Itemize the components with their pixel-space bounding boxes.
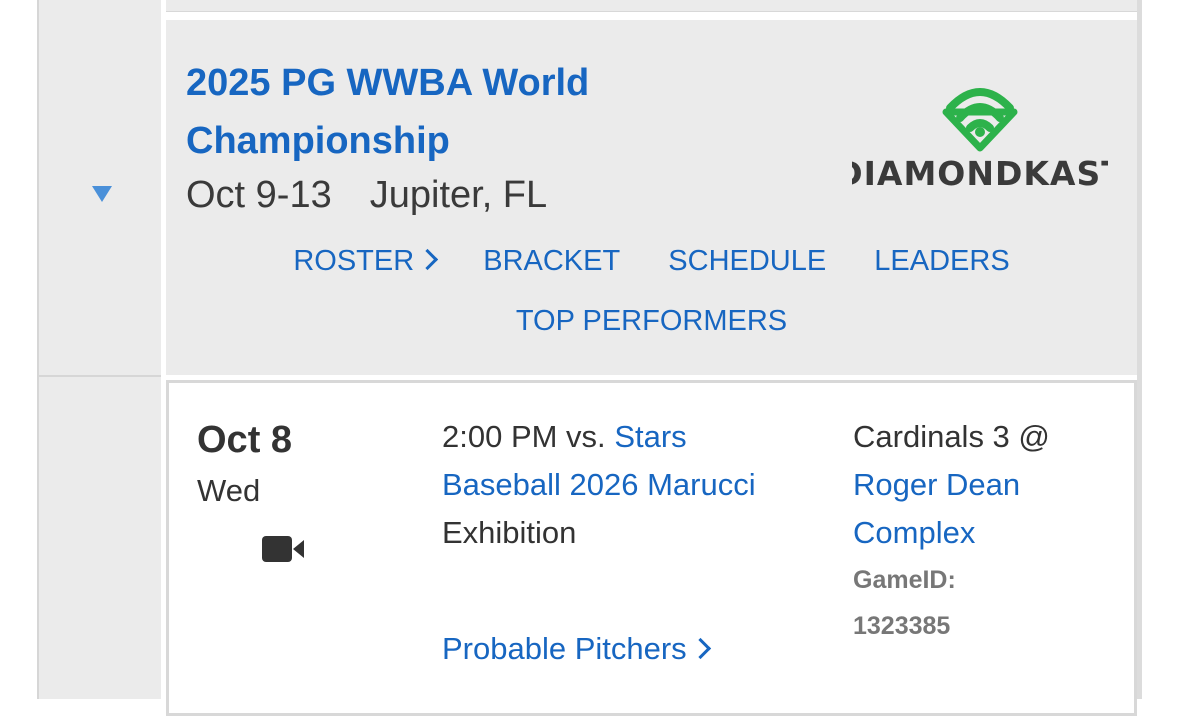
event-nav-row-1: ROSTER BRACKET SCHEDULE LEADERS	[166, 245, 1137, 278]
logo-wordmark: DIAMONDKAST	[852, 154, 1108, 190]
chevron-right-icon	[417, 248, 439, 271]
game-card: Oct 8 Wed 2:00 PM vs. Stars Baseball 202…	[166, 380, 1137, 716]
event-nav-row-2: TOP PERFORMERS	[166, 305, 1137, 338]
probable-pitchers-label: Probable Pitchers	[442, 631, 687, 666]
nav-roster[interactable]: ROSTER	[293, 245, 439, 278]
event-panel: 2025 PG WWBA World Championship Oct 9-13…	[166, 20, 1137, 375]
field-prefix: Cardinals 3 @	[853, 419, 1050, 454]
event-meta: Oct 9-13 Jupiter, FL	[186, 174, 547, 217]
game-id-block: GameID: 1323385	[853, 557, 1133, 649]
event-location: Jupiter, FL	[369, 174, 548, 216]
previous-row-strip	[166, 0, 1137, 12]
right-border	[1137, 0, 1142, 699]
game-time: 2:00 PM vs.	[442, 419, 606, 454]
venue-link[interactable]: Roger Dean Complex	[853, 467, 1020, 550]
nav-roster-label: ROSTER	[293, 245, 415, 277]
left-rail	[37, 0, 163, 699]
rail-divider	[37, 375, 163, 377]
nav-bracket[interactable]: BRACKET	[483, 245, 620, 278]
probable-pitchers-link[interactable]: Probable Pitchers	[442, 631, 711, 667]
video-camera-icon[interactable]	[262, 536, 308, 562]
game-day: Wed	[197, 473, 261, 508]
nav-leaders[interactable]: LEADERS	[874, 245, 1009, 278]
logo-dot	[975, 127, 985, 137]
game-date: Oct 8	[197, 419, 293, 461]
game-venue: Cardinals 3 @ Roger Dean Complex GameID:…	[853, 413, 1133, 649]
game-type: Exhibition	[442, 515, 577, 550]
nav-top-performers[interactable]: TOP PERFORMERS	[516, 305, 787, 338]
diamondkast-logo: DIAMONDKAST	[852, 88, 1108, 190]
chevron-right-icon	[689, 637, 711, 660]
caret-down-icon[interactable]	[92, 186, 112, 202]
nav-schedule[interactable]: SCHEDULE	[668, 245, 826, 278]
event-title[interactable]: 2025 PG WWBA World Championship	[186, 54, 706, 170]
game-id-value: 1323385	[853, 612, 951, 640]
game-matchup: 2:00 PM vs. Stars Baseball 2026 Marucci …	[442, 413, 772, 557]
game-id-label: GameID:	[853, 566, 956, 594]
event-dates: Oct 9-13	[186, 174, 332, 216]
